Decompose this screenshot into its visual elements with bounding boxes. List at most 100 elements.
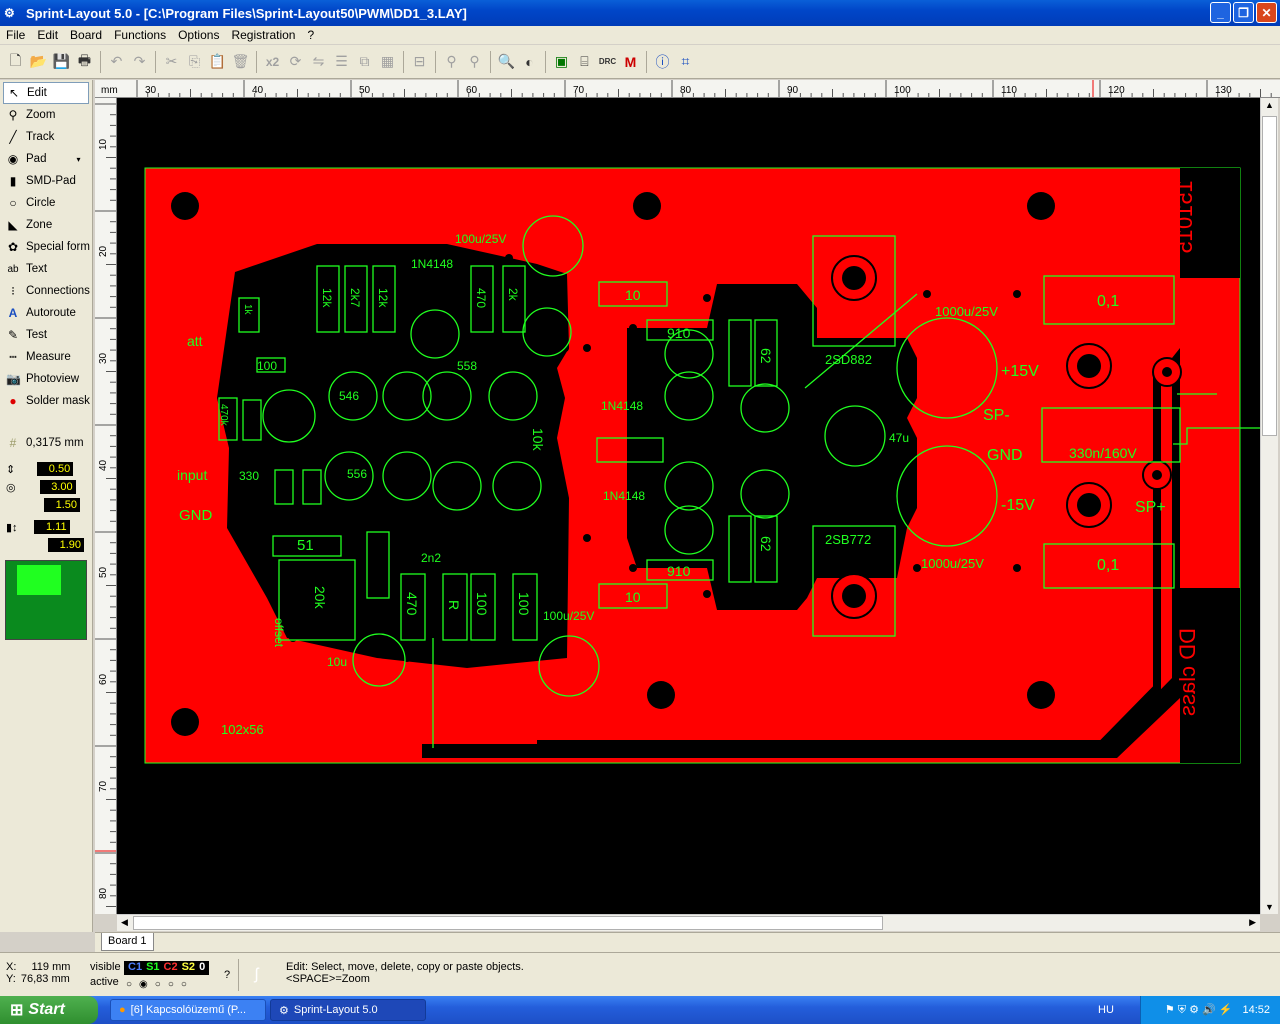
ungroup-icon[interactable]: ▦	[376, 50, 399, 74]
tool-zoom[interactable]: ⚲ Zoom	[0, 104, 92, 126]
grid-setting[interactable]: #0,3175 mm	[0, 432, 92, 454]
group-icon[interactable]: ⧉	[353, 50, 376, 74]
radio-s1[interactable]: ◉	[139, 979, 148, 990]
track-width-field[interactable]: ⇕ 0.50	[0, 460, 92, 478]
radio-c2[interactable]: ○	[155, 979, 161, 990]
pcb-canvas[interactable]: 102x56 input GND att offset +15V -15V GN…	[117, 98, 1260, 914]
pcb-drawing[interactable]: 102x56 input GND att offset +15V -15V GN…	[117, 98, 1260, 914]
scroll-down-icon[interactable]: ▼	[1265, 902, 1274, 912]
vertical-scroll-thumb[interactable]	[1262, 116, 1277, 436]
visible-label: visible	[90, 961, 121, 973]
info-icon[interactable]: ⓘ	[651, 50, 674, 74]
layer-0[interactable]: 0	[197, 961, 207, 975]
h-tick-120: 120	[1108, 85, 1125, 96]
scroll-up-icon[interactable]: ▲	[1265, 100, 1274, 110]
transparent-icon[interactable]: ◐	[518, 50, 541, 74]
horizontal-scrollbar[interactable]: ◀ ▶	[117, 914, 1260, 931]
lock-icon[interactable]: ⚲	[440, 50, 463, 74]
maximize-button[interactable]: ❐	[1233, 2, 1254, 23]
layer-help[interactable]: ?	[224, 969, 230, 981]
label-gnd-left: GND	[179, 507, 213, 524]
tool-circle[interactable]: ○ Circle	[0, 192, 92, 214]
pad-size-field[interactable]: ◎ 3.00	[0, 478, 92, 496]
tray-icons[interactable]: ⚑ ⛨ ⚙ 🔊 ⚡	[1165, 1003, 1233, 1017]
radio-0[interactable]: ○	[181, 979, 187, 990]
menu-registration[interactable]: Registration	[225, 28, 301, 42]
tool-edit[interactable]: ↖ Edit	[3, 82, 89, 104]
start-button[interactable]: ⊞ Start	[0, 996, 98, 1024]
h-tick-130: 130	[1215, 85, 1232, 96]
rotate-icon[interactable]: ⟳	[284, 50, 307, 74]
tab-board-1[interactable]: Board 1	[101, 933, 154, 951]
grid-icon: #	[9, 436, 17, 450]
tool-track[interactable]: ╱ Track	[0, 126, 92, 148]
tool-connections[interactable]: ⁝ Connections	[0, 280, 92, 302]
minimize-button[interactable]: _	[1210, 2, 1231, 23]
menu-help[interactable]: ?	[301, 28, 320, 42]
tool-solder-mask[interactable]: ● Solder mask	[0, 390, 92, 412]
cut-icon[interactable]: ✂	[160, 50, 183, 74]
drill-size-field[interactable]: 1.50	[0, 496, 92, 514]
scroll-right-icon[interactable]: ▶	[1249, 917, 1256, 928]
smd-height-field[interactable]: 1.90	[0, 536, 92, 554]
tool-measure[interactable]: ┉ Measure	[0, 346, 92, 368]
menu-functions[interactable]: Functions	[108, 28, 172, 42]
smd-width-field[interactable]: ▮↕ 1.11	[0, 518, 92, 536]
scroll-left-icon[interactable]: ◀	[121, 917, 128, 928]
undo-icon[interactable]: ↶	[105, 50, 128, 74]
macro-icon[interactable]: M	[619, 50, 642, 74]
tool-zone[interactable]: ◣ Zone	[0, 214, 92, 236]
tool-special-form[interactable]: ✿ Special form	[0, 236, 92, 258]
tool-autoroute[interactable]: A Autoroute	[0, 302, 92, 324]
unlock-icon[interactable]: ⚲	[463, 50, 486, 74]
align-icon[interactable]: ☰	[330, 50, 353, 74]
menu-options[interactable]: Options	[172, 28, 225, 42]
layer-s2[interactable]: S2	[180, 961, 197, 975]
tool-pad[interactable]: ◉ Pad ▾	[0, 148, 92, 170]
paste-icon[interactable]: 📋	[206, 50, 229, 74]
tool-text[interactable]: ab Text	[0, 258, 92, 280]
pad-size-icon: ◎	[6, 481, 16, 494]
task-firefox[interactable]: ● [6] Kapcsolóüzemű (P...	[110, 999, 266, 1021]
vertical-scrollbar[interactable]: ▲ ▼	[1260, 98, 1278, 914]
print-icon[interactable]: 🖶	[73, 50, 96, 74]
tool-photoview[interactable]: 📷 Photoview	[0, 368, 92, 390]
delete-icon[interactable]: 🗑	[229, 50, 252, 74]
close-button[interactable]: ✕	[1256, 2, 1277, 23]
label-62a: 62	[758, 348, 774, 364]
drc-icon[interactable]: DRC	[596, 50, 619, 74]
menu-board[interactable]: Board	[64, 28, 108, 42]
radio-c1[interactable]: ○	[126, 979, 132, 990]
menu-edit[interactable]: Edit	[31, 28, 64, 42]
rubberband-icon[interactable]: ʃ	[238, 959, 274, 991]
layer-s1[interactable]: S1	[144, 961, 161, 975]
crop-icon[interactable]: ⌗	[674, 50, 697, 74]
language-indicator[interactable]: HU	[1098, 1004, 1114, 1016]
zoom-icon[interactable]: 🔍	[495, 50, 518, 74]
autoroute-icon[interactable]: ▣	[550, 50, 573, 74]
open-file-icon[interactable]: 📂	[27, 50, 50, 74]
tool-panel: ↖ Edit ⚲ Zoom ╱ Track ◉ Pad ▾ ▮ SMD-Pad ○ Circl…	[0, 80, 93, 932]
tool-smd-pad[interactable]: ▮ SMD-Pad	[0, 170, 92, 192]
radio-s2[interactable]: ○	[168, 979, 174, 990]
layer-c1[interactable]: C1	[126, 961, 144, 975]
test-icon[interactable]: ⌸	[573, 50, 596, 74]
task-sprint-layout[interactable]: ⚙ Sprint-Layout 5.0	[270, 999, 426, 1021]
label-r12k: 12k	[320, 288, 334, 308]
menu-file[interactable]: File	[0, 28, 31, 42]
label-r470: 470	[404, 592, 420, 616]
layer-c2[interactable]: C2	[162, 961, 180, 975]
duplicate-x2-icon[interactable]: x2	[261, 50, 284, 74]
layer-icon[interactable]: ⊟	[408, 50, 431, 74]
label-t558: 558	[457, 359, 477, 373]
tool-test[interactable]: ✎ Test	[0, 324, 92, 346]
new-file-icon[interactable]: 🗋	[4, 50, 27, 74]
v-tick-20: 20	[98, 245, 109, 257]
mirror-h-icon[interactable]: ⇋	[307, 50, 330, 74]
save-icon[interactable]: 💾	[50, 50, 73, 74]
zone-icon: ◣	[8, 218, 18, 232]
label-att: att	[187, 333, 203, 349]
redo-icon[interactable]: ↷	[128, 50, 151, 74]
horizontal-scroll-thumb[interactable]	[133, 916, 883, 930]
copy-icon[interactable]: ⎘	[183, 50, 206, 74]
